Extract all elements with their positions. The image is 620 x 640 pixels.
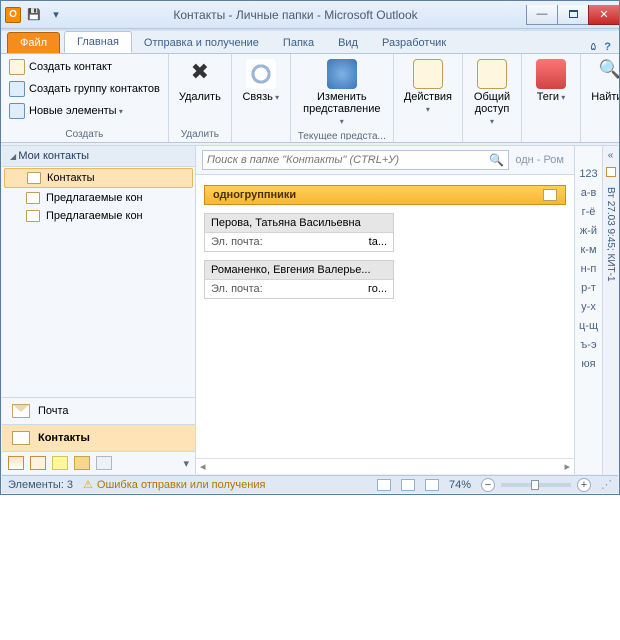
tasks-icon[interactable]: [30, 456, 46, 470]
alpha-item[interactable]: н-п: [581, 263, 597, 275]
tags-button[interactable]: Теги: [528, 57, 574, 105]
notes-icon[interactable]: [52, 456, 68, 470]
search-input[interactable]: [207, 154, 489, 166]
alpha-item[interactable]: р-т: [581, 282, 596, 294]
zoom-label: 74%: [449, 479, 471, 491]
cards-area[interactable]: одногруппники Перова, Татьяна Васильевна…: [196, 175, 574, 458]
folders-icon[interactable]: [74, 456, 90, 470]
navbar-iconrow: ▾: [2, 451, 195, 474]
contact-card[interactable]: Романенко, Евгения Валерье... Эл. почта:…: [204, 260, 394, 299]
alpha-item[interactable]: ъ-э: [580, 339, 596, 351]
h-scrollbar[interactable]: ◂▸: [196, 458, 574, 474]
tab-file[interactable]: Файл: [7, 32, 60, 53]
actions-button[interactable]: Действия: [400, 57, 456, 117]
collapse-icon[interactable]: «: [608, 150, 614, 161]
zoom-slider[interactable]: − +: [481, 478, 591, 492]
status-bar: Элементы: 3 Ошибка отправки или получени…: [2, 475, 618, 493]
alpha-item[interactable]: у-х: [581, 301, 596, 313]
find-button[interactable]: 🔍Найти: [587, 57, 620, 105]
nav-item-contacts[interactable]: Контакты: [4, 168, 193, 188]
view-reading-icon[interactable]: [401, 479, 415, 491]
category-header[interactable]: одногруппники: [204, 185, 566, 205]
group-delete-label: Удалить: [175, 127, 225, 140]
category-icon: [543, 189, 557, 201]
view-normal-icon[interactable]: [377, 479, 391, 491]
window-title: Контакты - Личные папки - Microsoft Outl…: [65, 8, 526, 22]
qat-dropdown-icon[interactable]: ▾: [47, 6, 65, 24]
card-name: Романенко, Евгения Валерье...: [205, 261, 393, 280]
new-items-button[interactable]: Новые элементы: [7, 101, 125, 121]
alpha-item[interactable]: ц-щ: [579, 320, 598, 332]
contact-card[interactable]: Перова, Татьяна Васильевна Эл. почта:ta.…: [204, 213, 394, 252]
new-contact-button[interactable]: Создать контакт: [7, 57, 114, 77]
share-button[interactable]: Общий доступ: [469, 57, 515, 129]
resize-grip-icon[interactable]: ⋰: [601, 478, 612, 491]
ribbon-minimize-icon[interactable]: ۵: [590, 40, 596, 53]
tab-view[interactable]: Вид: [326, 33, 370, 53]
maximize-button[interactable]: [557, 5, 589, 25]
group-view-label: Текущее предста...: [297, 129, 387, 140]
app-icon: O: [5, 7, 21, 23]
navbar-contacts[interactable]: Контакты: [2, 424, 195, 451]
alpha-item[interactable]: а-в: [581, 187, 597, 199]
search-scope-label: одн - Ром: [515, 154, 568, 166]
communicate-button[interactable]: Связь: [238, 57, 284, 105]
close-button[interactable]: ✕: [588, 5, 620, 25]
new-contact-group-button[interactable]: Создать группу контактов: [7, 79, 162, 99]
navbar-mail[interactable]: Почта: [2, 397, 195, 424]
nav-item-suggested-1[interactable]: Предлагаемые кон: [2, 189, 195, 207]
zoom-in-button[interactable]: +: [577, 478, 591, 492]
shortcuts-icon[interactable]: [96, 456, 112, 470]
calendar-mini-icon[interactable]: [606, 167, 616, 177]
calendar-icon[interactable]: [8, 456, 24, 470]
nav-configure-icon[interactable]: ▾: [183, 457, 189, 470]
help-icon[interactable]: ?: [604, 41, 611, 53]
tab-home[interactable]: Главная: [64, 31, 132, 53]
status-warning[interactable]: Ошибка отправки или получения: [83, 478, 265, 491]
nav-item-suggested-2[interactable]: Предлагаемые кон: [2, 207, 195, 225]
alpha-item[interactable]: ж-й: [580, 225, 597, 237]
delete-button[interactable]: ✖Удалить: [175, 57, 225, 105]
search-icon[interactable]: 🔍: [489, 153, 504, 167]
outlook-window: O 💾 ▾ Контакты - Личные папки - Microsof…: [0, 0, 620, 495]
titlebar: O 💾 ▾ Контакты - Личные папки - Microsof…: [1, 1, 619, 29]
card-name: Перова, Татьяна Васильевна: [205, 214, 393, 233]
tab-folder[interactable]: Папка: [271, 33, 326, 53]
alpha-index: 123 а-в г-ё ж-й к-м н-п р-т у-х ц-щ ъ-э …: [574, 146, 602, 474]
view-list-icon[interactable]: [425, 479, 439, 491]
zoom-out-button[interactable]: −: [481, 478, 495, 492]
content-pane: 🔍 одн - Ром одногруппники Перова, Татьян…: [196, 146, 574, 474]
alpha-item[interactable]: юя: [581, 358, 595, 370]
nav-header-mycontacts[interactable]: Мои контакты: [2, 146, 195, 167]
tab-send-receive[interactable]: Отправка и получение: [132, 33, 271, 53]
status-item-count: Элементы: 3: [8, 479, 73, 491]
tab-developer[interactable]: Разработчик: [370, 33, 458, 53]
ribbon: Создать контакт Создать группу контактов…: [1, 53, 619, 143]
ribbon-tabstrip: Файл Главная Отправка и получение Папка …: [1, 29, 619, 53]
change-view-button[interactable]: Изменить представление: [297, 57, 387, 129]
group-new-label: Создать: [7, 127, 162, 140]
alpha-item[interactable]: 123: [579, 168, 597, 180]
todo-date: Вт 27.03 9:45; КИТ-1: [605, 187, 616, 282]
alpha-item[interactable]: г-ё: [582, 206, 596, 218]
qat-save-icon[interactable]: 💾: [25, 6, 43, 24]
alpha-item[interactable]: к-м: [580, 244, 596, 256]
workarea: Мои контакты Контакты Предлагаемые кон П…: [2, 145, 618, 474]
search-box[interactable]: 🔍: [202, 150, 509, 170]
minimize-button[interactable]: —: [526, 5, 558, 25]
zoom-track[interactable]: [501, 483, 571, 487]
todo-bar[interactable]: « Вт 27.03 9:45; КИТ-1: [602, 146, 618, 474]
nav-pane: Мои контакты Контакты Предлагаемые кон П…: [2, 146, 196, 474]
